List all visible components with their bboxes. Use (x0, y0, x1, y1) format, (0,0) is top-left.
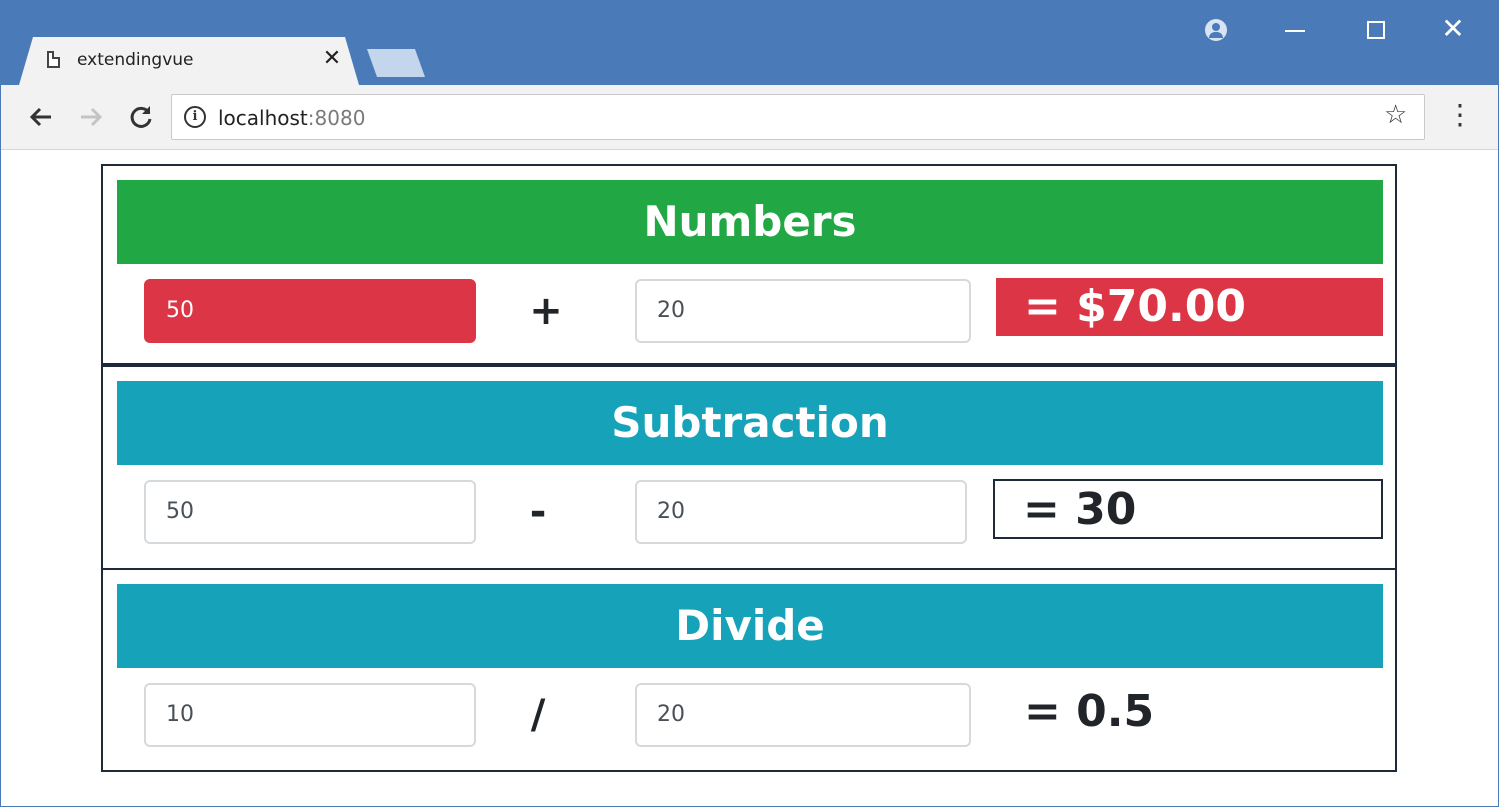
panel-title: Numbers (117, 180, 1383, 264)
browser-tab[interactable]: extendingvue ✕ (19, 37, 359, 85)
address-bar[interactable]: i localhost:8080 ☆ (171, 94, 1425, 140)
document-icon (47, 51, 60, 68)
second-number-input[interactable]: 20 (635, 279, 971, 343)
maximize-icon[interactable] (1367, 21, 1385, 39)
profile-icon[interactable] (1205, 19, 1227, 41)
sum-result: = $70.00 (996, 278, 1383, 336)
first-number-input[interactable]: 50 (144, 279, 476, 343)
panel-title: Divide (117, 584, 1383, 668)
second-number-input[interactable]: 20 (635, 683, 971, 747)
minus-operator: - (529, 489, 547, 535)
kebab-menu-icon[interactable]: ⋮ (1446, 99, 1474, 135)
back-arrow-icon[interactable] (25, 101, 57, 133)
forward-arrow-icon[interactable] (75, 101, 107, 133)
info-icon[interactable]: i (184, 106, 206, 128)
close-window-icon[interactable]: ✕ (1433, 13, 1473, 45)
url-text[interactable]: localhost:8080 (218, 106, 365, 130)
star-icon[interactable]: ☆ (1384, 100, 1407, 130)
url-port: :8080 (307, 106, 366, 130)
tab-title: extendingvue (77, 50, 194, 70)
difference-result: = 30 (993, 479, 1383, 539)
title-bar: extendingvue ✕ ✕ (1, 1, 1498, 85)
panel-title: Subtraction (117, 381, 1383, 465)
divide-panel: Divide 10 / 20 = 0.5 (101, 568, 1397, 772)
new-tab-button[interactable] (367, 49, 425, 77)
url-host: localhost (218, 106, 308, 130)
subtraction-panel: Subtraction 50 - 20 = 30 (101, 365, 1397, 570)
numbers-panel: Numbers 50 + 20 = $70.00 (101, 164, 1397, 365)
minimize-icon[interactable] (1285, 30, 1305, 32)
tab-close-icon[interactable]: ✕ (319, 46, 345, 72)
first-number-input[interactable]: 10 (144, 683, 476, 747)
browser-window: extendingvue ✕ ✕ i localhost:8080 ☆ ⋮ Nu… (0, 0, 1499, 807)
plus-operator: + (529, 288, 563, 334)
second-number-input[interactable]: 20 (635, 480, 967, 544)
browser-toolbar: i localhost:8080 ☆ ⋮ (1, 85, 1498, 150)
reload-icon[interactable] (125, 101, 157, 133)
first-number-input[interactable]: 50 (144, 480, 476, 544)
quotient-result: = 0.5 (1024, 686, 1155, 737)
page-content: Numbers 50 + 20 = $70.00 Subtraction 50 … (1, 150, 1498, 806)
divide-operator: / (530, 692, 546, 738)
